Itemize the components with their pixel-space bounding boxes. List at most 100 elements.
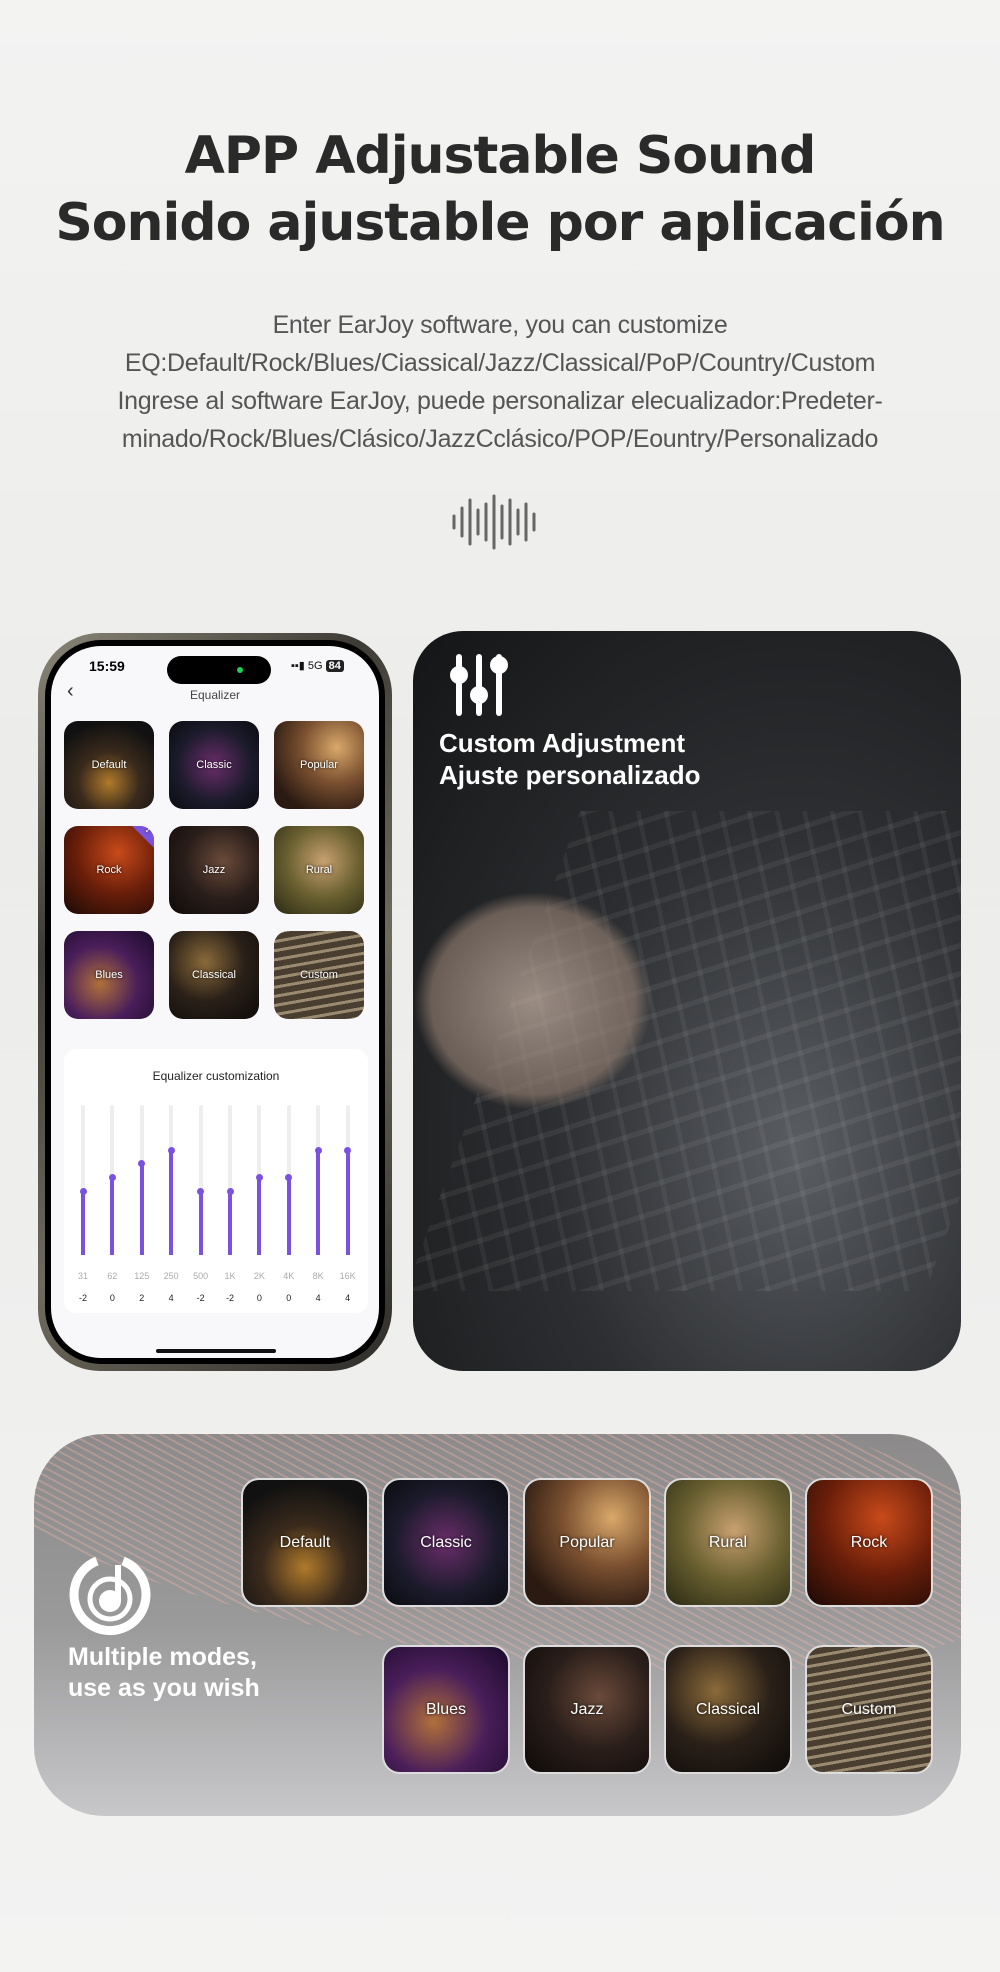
mode-label: Jazz (202, 864, 226, 876)
title-en: APP Adjustable Sound (184, 126, 817, 186)
hand-photo (413, 891, 653, 1111)
mode-card-classic[interactable]: Classic (382, 1478, 510, 1607)
mode-tile-classical[interactable]: Classical (169, 931, 259, 1019)
eq-slider-fill (316, 1152, 321, 1255)
mode-card-default[interactable]: Default (241, 1478, 369, 1607)
network-label: 5G (307, 660, 323, 672)
eq-slider-fill (228, 1193, 232, 1255)
eq-slider-handle[interactable] (138, 1160, 146, 1168)
mode-label: Rock (96, 864, 122, 876)
mode-label: Custom (300, 969, 338, 981)
eq-freq-label: 62 (107, 1271, 118, 1281)
home-indicator (156, 1349, 276, 1353)
mode-label: Classical (191, 969, 236, 981)
eq-slider-handle[interactable] (255, 1174, 263, 1181)
eq-slider-handle[interactable] (108, 1174, 116, 1181)
phone-mockup: 15:59 ▪▪▮ 5G 84 ‹ Equalizer Default Class… (38, 633, 392, 1371)
mode-card-rock[interactable]: Rock (805, 1478, 933, 1607)
mode-label: Blues (95, 969, 123, 981)
mode-label: Default (91, 759, 127, 771)
equalizer-screen: 15:59 ▪▪▮ 5G 84 ‹ Equalizer Default Class… (51, 646, 379, 1358)
mode-tile-custom[interactable]: Custom (274, 931, 364, 1019)
battery-icon: 84 (325, 660, 344, 672)
mode-label: Popular (300, 759, 338, 771)
eq-freq-label: 16K (339, 1271, 356, 1281)
custom-title-es: Ajuste personalizado (439, 760, 701, 790)
desc-line: Ingrese al software EarJoy, puede person… (117, 387, 883, 415)
eq-slider-handle[interactable] (167, 1146, 175, 1154)
eq-slider-fill (257, 1180, 262, 1255)
signal-icon: ▪▪▮ (291, 660, 308, 672)
mode-label: Jazz (570, 1700, 604, 1718)
eq-slider-handle[interactable] (285, 1174, 293, 1181)
eq-freq-label: 4K (283, 1271, 295, 1281)
status-indicators: ▪▪▮ 5G 84 (291, 659, 344, 672)
eq-slider-fill (198, 1193, 203, 1255)
mode-label: Custom (841, 1700, 897, 1718)
mode-card-custom[interactable]: Custom (805, 1645, 933, 1774)
eq-gain-value: 4 (168, 1293, 174, 1303)
custom-title-en: Custom Adjustment (439, 728, 686, 758)
eq-freq-label: 1K (224, 1271, 236, 1281)
desc-line: Enter EarJoy software, you can customize (272, 311, 728, 339)
mode-card-rural[interactable]: Rural (664, 1478, 792, 1607)
eq-gain-value: 4 (315, 1293, 321, 1303)
eq-card: Equalizer customization 31 -2 62 0 125 2 250 4 5… (64, 1049, 368, 1313)
desc-line: EQ:Default/Rock/Blues/Ciassical/Jazz/Cla… (124, 349, 876, 377)
eq-slider-handle[interactable] (344, 1146, 352, 1154)
eq-gain-value: 0 (109, 1293, 115, 1303)
mode-tile-rural[interactable]: Rural (274, 826, 364, 914)
eq-slider-handle[interactable] (314, 1146, 322, 1154)
eq-title: Equalizer customization (152, 1069, 280, 1083)
eq-freq-label: 31 (77, 1271, 88, 1281)
eq-freq-label: 500 (193, 1271, 209, 1281)
multiple-modes-card: Multiple modes, use as you wish Default C… (34, 1434, 961, 1816)
mode-label: Classic (196, 759, 232, 771)
screen-title: Equalizer (189, 688, 241, 702)
modes-title-line1: Multiple modes, (68, 1643, 257, 1671)
eq-freq-label: 2K (253, 1271, 265, 1281)
eq-slider-handle[interactable] (197, 1187, 205, 1195)
status-time: 15:59 (89, 658, 125, 674)
eq-slider-fill (81, 1193, 85, 1255)
mode-tile-classic[interactable]: Classic (169, 721, 259, 809)
eq-slider-fill (169, 1152, 174, 1255)
eq-gain-value: 2 (139, 1293, 145, 1303)
description: Enter EarJoy software, you can customize… (0, 306, 1000, 458)
sound-wave-icon (452, 494, 536, 550)
custom-adjustment-card: Custom Adjustment Ajuste personalizado (413, 631, 961, 1371)
mode-card-blues[interactable]: Blues (382, 1645, 510, 1774)
mode-label: Classic (420, 1533, 472, 1551)
mode-label: Blues (425, 1700, 467, 1718)
mode-label: Classical (695, 1700, 760, 1718)
eq-slider-fill (110, 1180, 115, 1255)
eq-freq-label: 125 (134, 1271, 150, 1281)
mode-label: Default (279, 1533, 331, 1551)
mode-tile-jazz[interactable]: Jazz (169, 826, 259, 914)
eq-slider-fill (139, 1166, 144, 1255)
mode-tile-popular[interactable]: Popular (274, 721, 364, 809)
mode-tile-blues[interactable]: Blues (64, 931, 154, 1019)
eq-gain-value: 0 (256, 1293, 262, 1303)
eq-gain-value: 0 (286, 1293, 292, 1303)
eq-slider-handle[interactable] (79, 1187, 87, 1195)
mode-label: Rural (305, 864, 333, 876)
mode-tile-default[interactable]: Default (64, 721, 154, 809)
mode-card-classical[interactable]: Classical (664, 1645, 792, 1774)
mode-card-popular[interactable]: Popular (523, 1478, 651, 1607)
mode-label: Rock (850, 1533, 888, 1551)
mode-tile-rock[interactable]: Rock ✓ (64, 826, 154, 914)
eq-gain-value: -2 (196, 1293, 205, 1303)
title-es: Sonido ajustable por aplicación (55, 193, 945, 253)
modes-title-line2: use as you wish (68, 1674, 260, 1702)
music-note-circle-icon (69, 1556, 151, 1636)
dynamic-island (167, 656, 271, 684)
mode-label: Popular (559, 1533, 615, 1551)
mode-label: Rural (708, 1533, 748, 1551)
desc-line: minado/Rock/Blues/Clásico/JazzCclásico/P… (121, 425, 879, 453)
eq-freq-label: 250 (163, 1271, 179, 1281)
eq-freq-label: 8K (312, 1271, 324, 1281)
mode-card-jazz[interactable]: Jazz (523, 1645, 651, 1774)
eq-gain-value: 4 (345, 1293, 351, 1303)
eq-slider-handle[interactable] (226, 1187, 234, 1195)
